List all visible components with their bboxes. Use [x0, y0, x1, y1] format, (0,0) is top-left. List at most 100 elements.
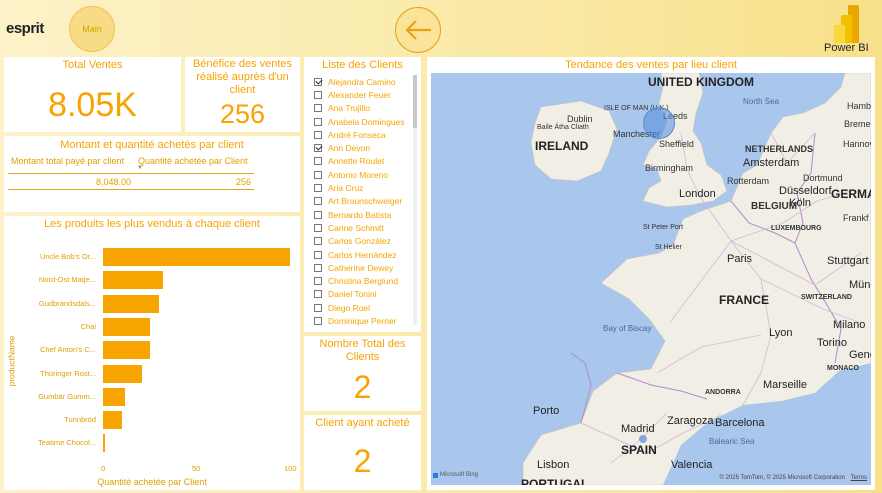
- map-label-lisbon: Lisbon: [537, 459, 570, 471]
- client-list-item[interactable]: Ann Devon: [314, 141, 414, 154]
- client-list-item[interactable]: Carine Schmitt: [314, 221, 414, 234]
- client-list-item[interactable]: Daniel Tonini: [314, 288, 414, 301]
- kpi-profit-card: Bénéfice des ventes réalisé auprès d'un …: [185, 57, 300, 132]
- map-label-madrid: Madrid: [621, 423, 655, 435]
- arrow-left-icon: [405, 20, 431, 40]
- bar[interactable]: [103, 248, 290, 266]
- map-label-bay-of-biscay: Bay of Biscay: [603, 324, 652, 333]
- client-list-item[interactable]: Alexander Feuer: [314, 88, 414, 101]
- client-list-item[interactable]: Annette Roulet: [314, 155, 414, 168]
- map-label-stuttgart: Stuttgart: [827, 255, 869, 267]
- logo-text: esprit: [6, 20, 44, 37]
- map-label-lyon: Lyon: [769, 327, 793, 339]
- client-checkbox[interactable]: [314, 277, 322, 286]
- back-button[interactable]: [395, 7, 441, 53]
- bar[interactable]: [103, 317, 150, 336]
- client-name: Alexander Feuer: [328, 89, 391, 100]
- client-list-item[interactable]: Aria Cruz: [314, 181, 414, 194]
- map-label-paris: Paris: [727, 253, 753, 265]
- client-checkbox[interactable]: [314, 90, 322, 99]
- sort-down-icon[interactable]: ▼: [137, 165, 143, 171]
- map-label-belgium: BELGIUM: [751, 201, 798, 212]
- map-label-andorra: ANDORRA: [705, 389, 741, 396]
- client-checkbox[interactable]: [314, 130, 322, 139]
- client-name: Carine Schmitt: [328, 222, 384, 233]
- client-checkbox[interactable]: [314, 77, 322, 86]
- client-checkbox[interactable]: [314, 104, 322, 113]
- bar-category-label: Teatime Chocol...: [38, 438, 96, 448]
- bar[interactable]: [103, 387, 126, 406]
- map-label-amsterdam: Amsterdam: [743, 157, 800, 169]
- client-list-item[interactable]: Art Braunschweiger: [314, 195, 414, 208]
- map-label-zaragoza: Zaragoza: [667, 415, 714, 427]
- bar-category-label: Chai: [80, 321, 96, 331]
- map-label-dublin: Dublin: [567, 114, 593, 124]
- client-name: Alejandra Camino: [328, 76, 396, 87]
- client-checkbox[interactable]: [314, 237, 322, 246]
- client-list-title: Liste des Clients: [322, 59, 403, 71]
- client-list-item[interactable]: André Fonseca: [314, 128, 414, 141]
- bar[interactable]: [103, 271, 163, 290]
- client-checkbox[interactable]: [314, 170, 322, 179]
- client-checkbox[interactable]: [314, 263, 322, 272]
- map-label-munchen: Münch: [849, 279, 871, 291]
- client-list-item[interactable]: Catherine Dewey: [314, 261, 414, 274]
- client-list-item[interactable]: Ana Trujillo: [314, 102, 414, 115]
- client-list-item[interactable]: Antonio Moreno: [314, 168, 414, 181]
- kpi-total-clients-title: Nombre Total des Clients: [319, 338, 406, 363]
- client-list-item[interactable]: Diego Roel: [314, 301, 414, 314]
- client-checkbox[interactable]: [314, 184, 322, 193]
- bar[interactable]: [103, 364, 143, 383]
- bar[interactable]: [103, 294, 160, 313]
- map-label-spain: SPAIN: [621, 443, 657, 457]
- client-list-item[interactable]: Bernardo Batista: [314, 208, 414, 221]
- main-button[interactable]: Main: [69, 6, 115, 52]
- map-terms-link[interactable]: Terms: [851, 475, 867, 481]
- map-label-genova: Genova: [849, 349, 871, 361]
- column-header-amount[interactable]: Montant total payé par client: [11, 156, 124, 166]
- client-list-item[interactable]: Alejandra Camino: [314, 75, 414, 88]
- client-checkbox[interactable]: [314, 223, 322, 232]
- bar-category-label: Gudbrandsdals...: [38, 298, 96, 308]
- client-list-item[interactable]: Dominique Perrier: [314, 314, 414, 327]
- map-label-france: FRANCE: [719, 293, 769, 307]
- map-data-bubble[interactable]: [639, 435, 647, 443]
- client-list-item[interactable]: Carlos Hernández: [314, 248, 414, 261]
- bar[interactable]: [103, 341, 150, 360]
- client-checkbox[interactable]: [314, 290, 322, 299]
- bing-icon: [433, 472, 438, 478]
- client-list-item[interactable]: Carlos González: [314, 235, 414, 248]
- client-list-item[interactable]: Christina Berglund: [314, 274, 414, 287]
- map-label-uk: UNITED KINGDOM: [648, 75, 754, 89]
- map-data-bubble[interactable]: [643, 107, 675, 139]
- scrollbar-track[interactable]: [413, 75, 417, 325]
- column-header-quantity[interactable]: Quantité achetée par Client: [138, 156, 248, 166]
- client-checkbox[interactable]: [314, 117, 322, 126]
- client-checkbox[interactable]: [314, 303, 322, 312]
- client-name: Catherine Dewey: [328, 262, 394, 273]
- esprit-logo: esprit: [6, 20, 44, 37]
- client-checkbox[interactable]: [314, 210, 322, 219]
- client-checkbox[interactable]: [314, 157, 322, 166]
- bing-logo: Microsoft Bing: [433, 472, 478, 478]
- kpi-profit-title: Bénéfice des ventes réalisé auprès d'un …: [192, 58, 293, 96]
- client-checkbox[interactable]: [314, 250, 322, 259]
- x-tick-50: 50: [192, 464, 201, 473]
- cell-quantity: 256: [236, 177, 252, 187]
- map-label-rotterdam: Rotterdam: [727, 176, 770, 186]
- bar-chart-title: Les produits les plus vendus à chaque cl…: [44, 218, 260, 230]
- scrollbar-thumb[interactable]: [413, 75, 417, 128]
- client-checkbox[interactable]: [314, 144, 322, 153]
- client-list: Alejandra Camino Alexander Feuer Ana Truji…: [314, 75, 414, 328]
- client-list-item[interactable]: Anabela Domingues: [314, 115, 414, 128]
- client-checkbox[interactable]: [314, 316, 322, 325]
- map-canvas[interactable]: UNITED KINGDOM ISLE OF MAN (U.K.) North …: [431, 73, 871, 485]
- client-name: Anabela Domingues: [328, 116, 405, 127]
- client-name: Antonio Moreno: [328, 169, 389, 180]
- kpi-profit-value: 256: [219, 99, 266, 129]
- bar[interactable]: [103, 411, 122, 430]
- map-label-luxembourg: LUXEMBOURG: [771, 225, 822, 232]
- bar[interactable]: [103, 434, 105, 453]
- map-label-dusseldorf: Düsseldorf: [779, 185, 832, 197]
- client-checkbox[interactable]: [314, 197, 322, 206]
